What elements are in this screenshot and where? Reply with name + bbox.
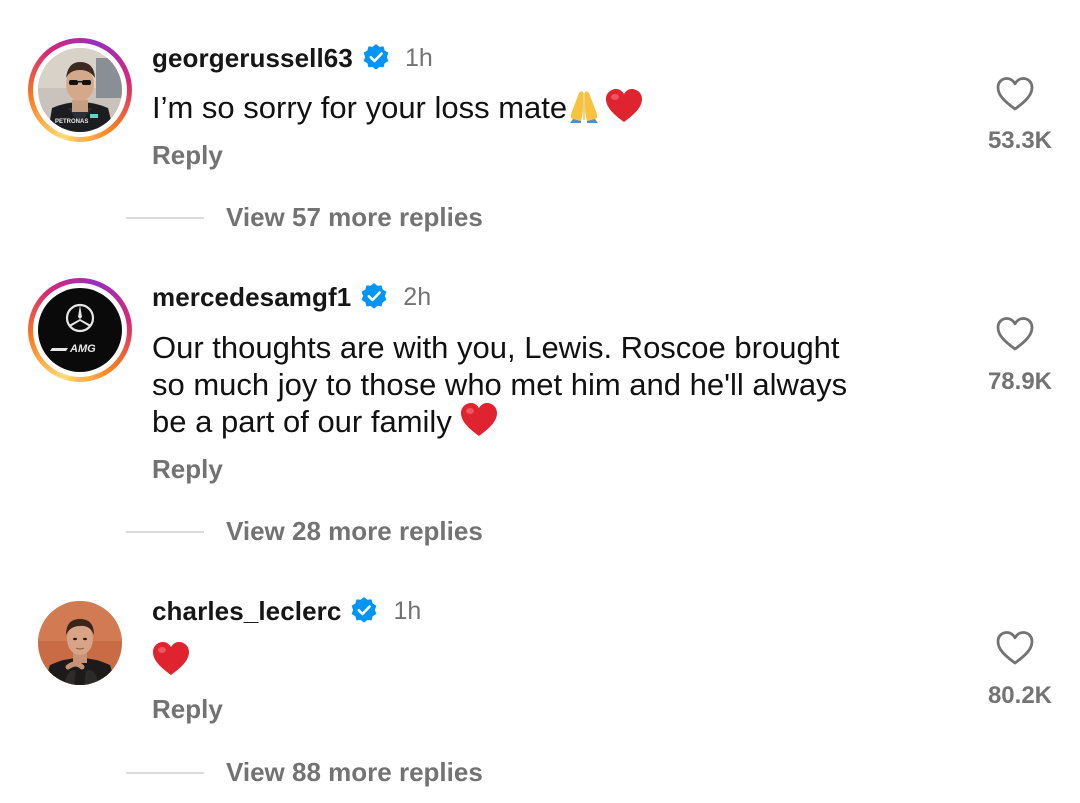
like-count: 53.3K [987,127,1052,154]
comment-text: I’m so sorry for your loss mate [152,88,942,132]
like-count: 78.9K [987,368,1052,395]
comment-text-line: be a part of our family [152,403,942,445]
view-more-replies-label[interactable]: View 28 more replies [226,516,483,547]
story-ring[interactable]: AMG [28,278,132,382]
verified-badge-icon [361,43,391,73]
red-heart-emoji [152,642,190,684]
comment-text [152,642,942,684]
divider-line [126,530,204,533]
view-more-replies[interactable]: View 57 more replies [126,202,483,233]
reply-button[interactable]: Reply [152,140,223,171]
view-more-replies-label[interactable]: View 88 more replies [226,757,483,788]
red-heart-emoji [460,403,498,445]
timestamp: 2h [403,282,432,311]
pray-emoji [567,88,601,132]
comment-text-line-body: be a part of our family [152,404,452,440]
divider-line [126,771,204,774]
view-more-replies[interactable]: View 28 more replies [126,516,483,547]
comment-header: charles_leclerc 1h [152,591,421,631]
red-heart-emoji [605,89,643,131]
comment-text-line: Our thoughts are with you, Lewis. Roscoe… [152,330,840,365]
comment-text: Our thoughts are with you, Lewis. Roscoe… [152,329,942,445]
view-more-replies-label[interactable]: View 57 more replies [226,202,483,233]
divider-line [126,216,204,219]
amg-logo-text: AMG [69,343,96,355]
username[interactable]: georgerussell63 [152,43,353,74]
heart-outline-icon[interactable] [995,316,1035,352]
comment-text-line: so much joy to those who met him and he'… [152,367,848,402]
george-russell-avatar: PETRONAS [38,48,122,132]
timestamp: 1h [393,596,422,625]
username[interactable]: mercedesamgf1 [152,282,351,313]
verified-badge-icon [349,596,379,626]
like-count: 80.2K [987,682,1052,709]
verified-badge-icon [359,282,389,312]
username[interactable]: charles_leclerc [152,596,341,627]
mercedes-amg-logo-avatar: AMG [38,288,122,372]
timestamp: 1h [404,43,433,72]
story-ring[interactable]: PETRONAS [28,38,132,142]
comment-header: mercedesamgf1 2h [152,277,431,317]
heart-outline-icon[interactable] [995,76,1035,112]
comment-text-body: I’m so sorry for your loss mate [152,90,568,126]
charles-leclerc-avatar[interactable] [38,601,122,685]
view-more-replies[interactable]: View 88 more replies [126,757,483,788]
svg-text:PETRONAS: PETRONAS [55,119,88,125]
reply-button[interactable]: Reply [152,454,223,485]
heart-outline-icon[interactable] [995,630,1035,666]
reply-button[interactable]: Reply [152,694,223,725]
comment-header: georgerussell63 1h [152,38,433,78]
